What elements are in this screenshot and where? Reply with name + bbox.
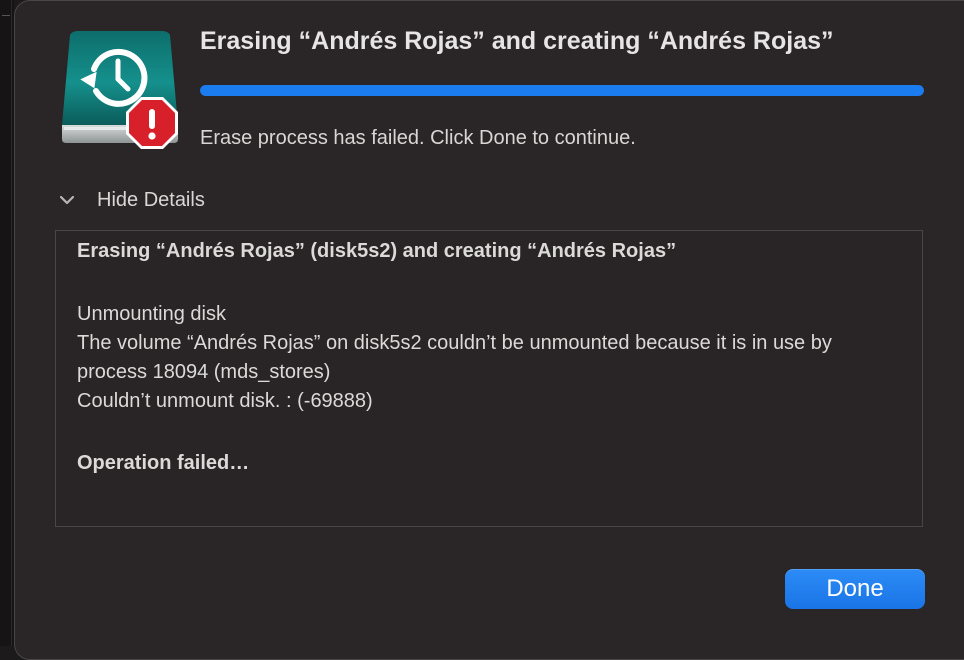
status-message: Erase process has failed. Click Done to … [200,127,636,149]
details-log: Erasing “Andrés Rojas” (disk5s2) and cre… [55,230,923,527]
hide-details-toggle[interactable]: Hide Details [57,185,205,215]
background-tick [2,15,10,16]
log-line: The volume “Andrés Rojas” on disk5s2 cou… [77,332,832,383]
background-divider [11,0,12,646]
progress-bar-fill [200,85,924,96]
log-line: Unmounting disk [77,303,226,325]
erase-dialog: Erasing “Andrés Rojas” and creating “And… [14,0,964,660]
log-line: Couldn’t unmount disk. : (-69888) [77,390,373,412]
log-heading: Erasing “Andrés Rojas” (disk5s2) and cre… [77,240,677,262]
error-badge-icon [123,94,181,152]
chevron-down-icon [59,195,75,205]
done-button[interactable]: Done [785,569,925,609]
log-footer: Operation failed… [77,452,250,474]
dialog-title: Erasing “Andrés Rojas” and creating “And… [200,27,834,55]
progress-bar [200,85,924,96]
background-window-edge [0,0,14,646]
hide-details-label: Hide Details [97,188,205,211]
